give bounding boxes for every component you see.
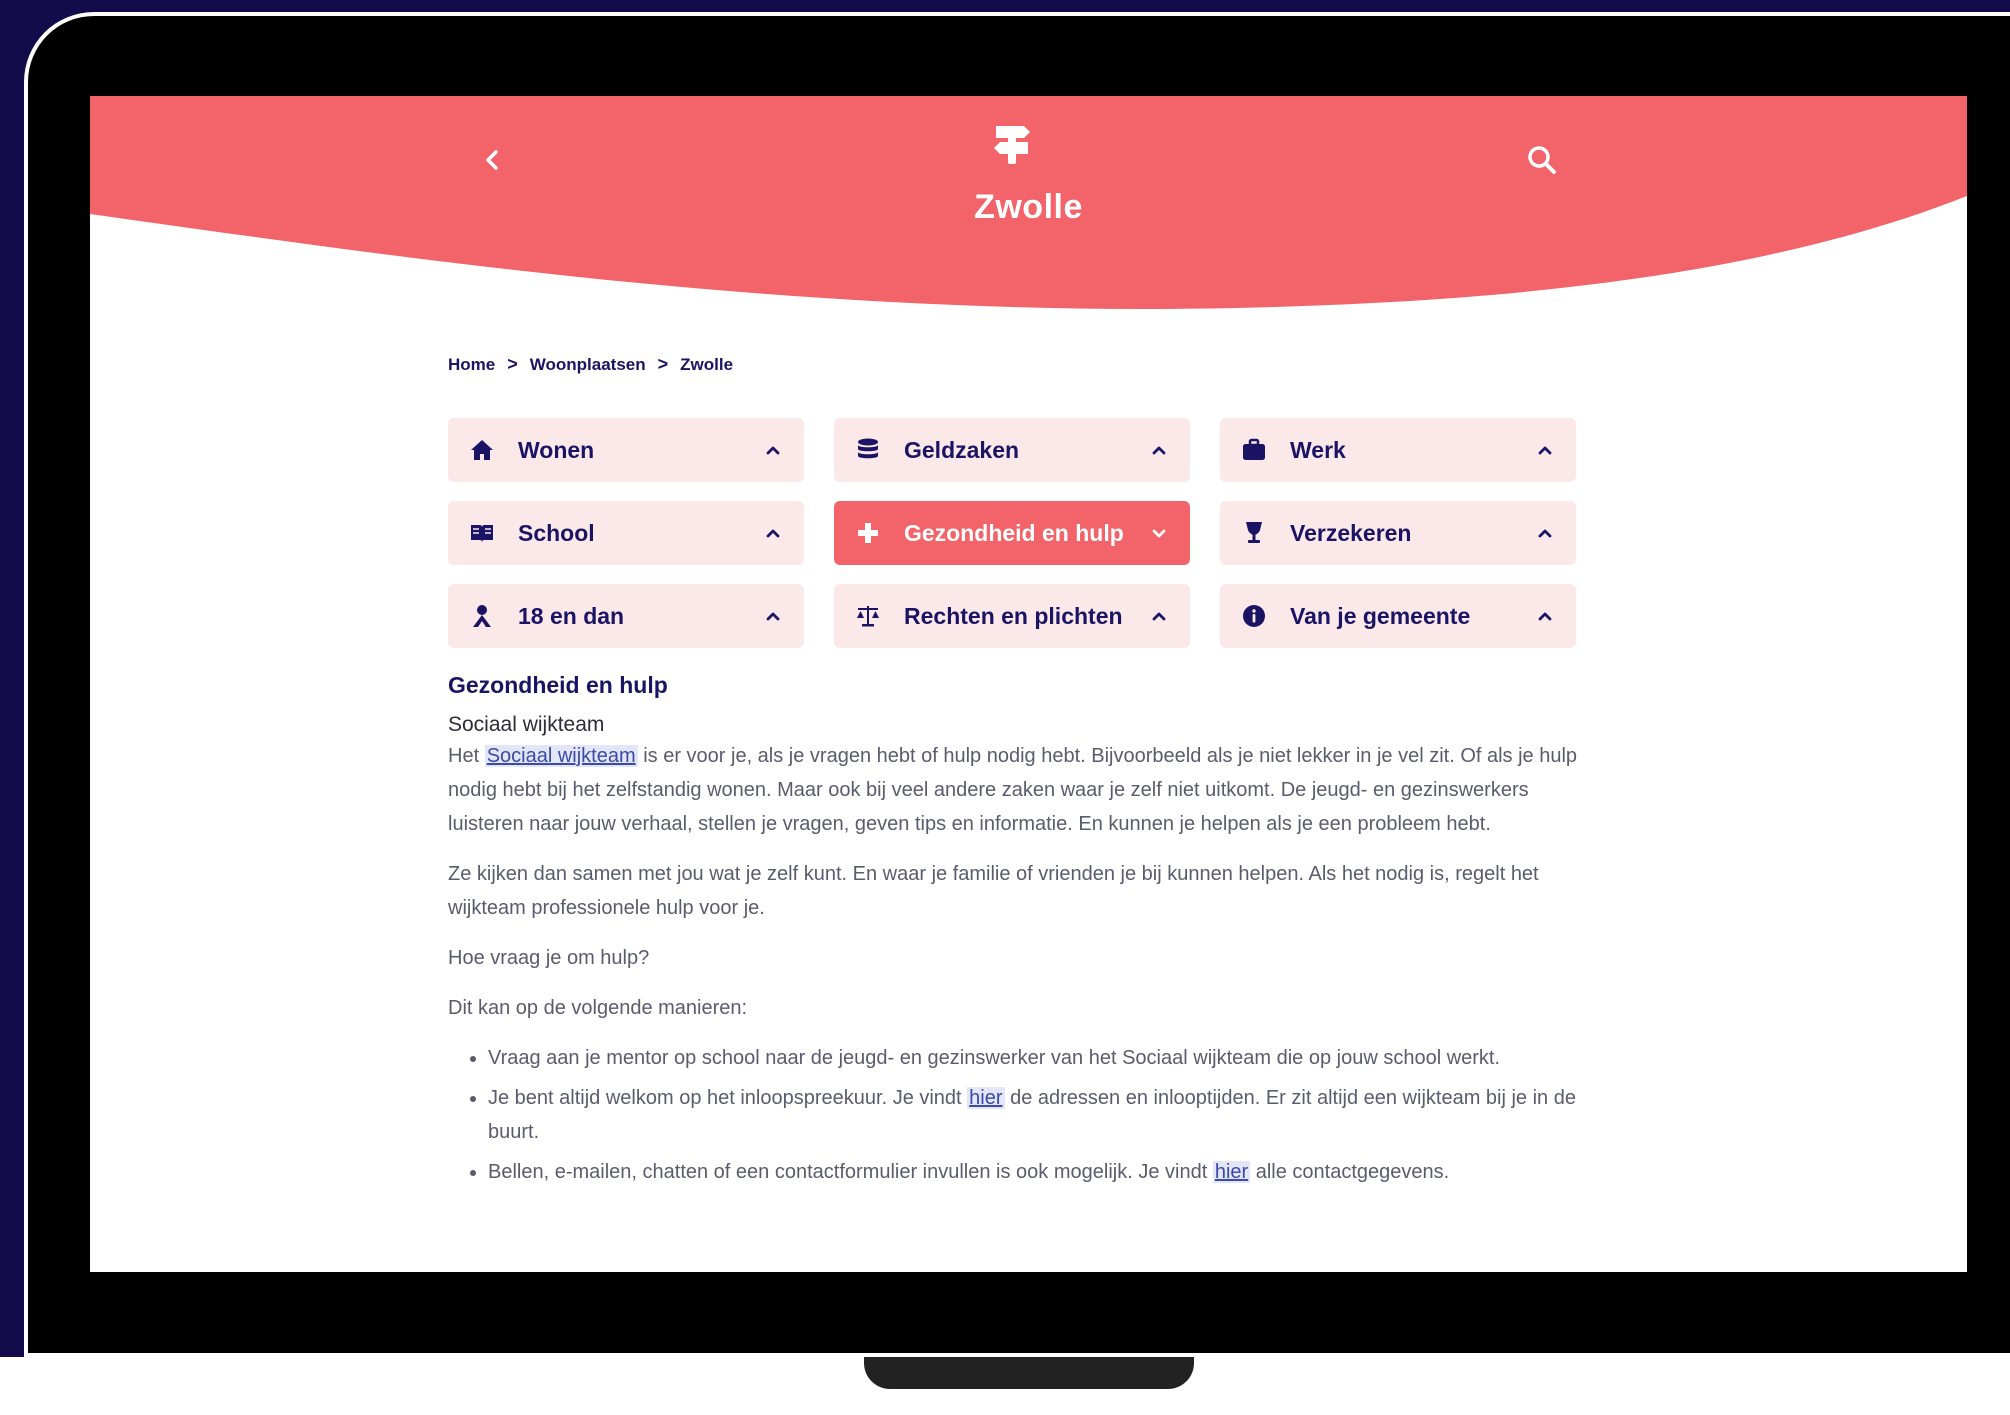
help-ways-list: Vraag aan je mentor op school naar de je… [448,1041,1588,1189]
chevron-down-icon [1152,529,1166,538]
paragraph-4: Dit kan op de volgende manieren: [448,997,748,1019]
contactgegevens-link[interactable]: hier [1212,1161,1251,1183]
paragraph-intro: Het Sociaal wijkteam is er voor je, als … [448,739,1588,841]
paragraph-2: Ze kijken dan samen met jou wat je zelf … [448,863,1539,919]
coins-icon [854,436,882,464]
category-label: Rechten en plichten [904,602,1123,629]
category-van-je-gemeente[interactable]: Van je gemeente [1220,584,1576,648]
browser-screen: Zwolle Home > Woonplaatsen > Zwolle Wone… [90,96,1967,1272]
category-grid: Wonen Geldzaken Werk School Gezondheid e… [448,418,1576,648]
chevron-up-icon [1152,446,1166,455]
category-verzekeren[interactable]: Verzekeren [1220,501,1576,565]
book-icon [468,519,496,547]
breadcrumb: Home > Woonplaatsen > Zwolle [448,354,733,375]
chevron-up-icon [1538,446,1552,455]
chevron-up-icon [1538,529,1552,538]
chevron-up-icon [1538,612,1552,621]
category-werk[interactable]: Werk [1220,418,1576,482]
breadcrumb-separator: > [507,354,518,374]
scale-icon [854,602,882,630]
plus-icon [854,519,882,547]
category-label: School [518,519,595,546]
briefcase-icon [1240,436,1268,464]
chevron-up-icon [766,446,780,455]
chevron-up-icon [1152,612,1166,621]
category-label: Gezondheid en hulp [904,519,1124,546]
category-school[interactable]: School [448,501,804,565]
breadcrumb-current: Zwolle [680,354,734,374]
chevron-up-icon [766,529,780,538]
category-label: Werk [1290,436,1346,463]
text-run: Het [448,745,485,767]
laptop-notch [864,1357,1194,1389]
breadcrumb-home[interactable]: Home [448,355,495,375]
article-content: Gezondheid en hulp Sociaal wijkteam Het … [448,672,1588,1195]
category-label: Geldzaken [904,436,1020,463]
back-button[interactable] [473,140,513,180]
category-18-en-dan[interactable]: 18 en dan [448,584,804,648]
list-item: Je bent altijd welkom op het inloopspree… [488,1081,1588,1149]
category-label: Van je gemeente [1290,602,1471,629]
inloopspreekuur-link[interactable]: hier [967,1087,1005,1109]
sociaal-wijkteam-link[interactable]: Sociaal wijkteam [484,745,638,767]
house-icon [468,436,496,464]
umbrella-icon [1240,519,1268,547]
info-icon [1240,602,1268,630]
category-gezondheid-en-hulp[interactable]: Gezondheid en hulp [834,501,1190,565]
category-rechten-en-plichten[interactable]: Rechten en plichten [834,584,1190,648]
list-item: Vraag aan je mentor op school naar de je… [488,1041,1588,1075]
category-wonen[interactable]: Wonen [448,418,804,482]
signpost-icon [990,122,1034,166]
search-icon [1528,146,1556,174]
paragraph-3: Hoe vraag je om hulp? [448,947,650,969]
category-label: Verzekeren [1290,519,1412,546]
text-run: Je bent altijd welkom op het inloopspree… [488,1087,968,1109]
section-title: Gezondheid en hulp [448,672,668,698]
breadcrumb-separator: > [657,354,669,374]
page-title: Zwolle [974,188,1083,226]
category-label: 18 en dan [518,602,625,629]
breadcrumb-woonplaatsen[interactable]: Woonplaatsen [530,355,646,375]
chevron-left-icon [486,150,498,170]
category-label: Wonen [518,436,595,463]
list-item: Bellen, e-mailen, chatten of een contact… [488,1155,1588,1189]
chevron-up-icon [766,612,780,621]
text-run: Bellen, e-mailen, chatten of een contact… [488,1161,1213,1183]
sub-title: Sociaal wijkteam [448,713,605,736]
person-icon [468,602,496,630]
category-geldzaken[interactable]: Geldzaken [834,418,1190,482]
search-button[interactable] [1522,140,1562,180]
text-run: alle contactgegevens. [1250,1161,1450,1183]
